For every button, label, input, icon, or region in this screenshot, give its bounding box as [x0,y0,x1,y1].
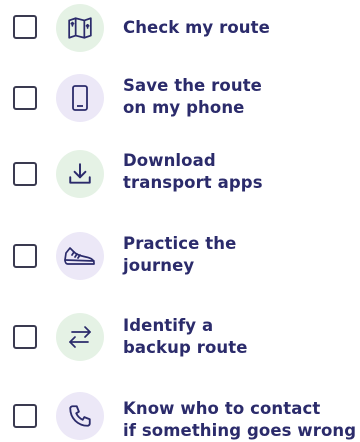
label-line: Know who to contact [123,399,321,418]
checklist-item-label: Check my route [123,17,270,39]
label-line: journey [123,256,195,275]
checkbox[interactable] [13,404,37,428]
label-line: transport apps [123,173,263,192]
checklist-item-label: Save the route on my phone [123,75,262,119]
checklist-item-download-apps: Download transport apps [0,148,360,208]
label-line: Save the route [123,76,262,95]
checklist-item-label: Identify a backup route [123,315,248,359]
map-icon [56,4,104,52]
label-line: Practice the [123,234,237,253]
label-line: Check my route [123,18,270,37]
phone-icon [56,74,104,122]
checklist-item-practice-journey: Practice the journey [0,230,360,290]
checklist-item-know-contact: Know who to contact if something goes wr… [0,390,360,441]
checkbox[interactable] [13,162,37,186]
label-line: Download [123,151,216,170]
phone-handset-icon [56,392,104,440]
checklist-item-backup-route: Identify a backup route [0,313,360,373]
checklist-item-label: Download transport apps [123,150,263,194]
checkbox[interactable] [13,86,37,110]
checklist-item-label: Know who to contact if something goes wr… [123,398,356,442]
swap-arrows-icon [56,313,104,361]
shoe-icon [56,232,104,280]
label-line: backup route [123,338,248,357]
checkbox[interactable] [13,244,37,268]
label-line: on my phone [123,98,245,117]
checkbox[interactable] [13,325,37,349]
checklist-item-check-route: Check my route [0,0,360,60]
checklist-item-save-route: Save the route on my phone [0,72,360,132]
checklist-item-label: Practice the journey [123,233,236,277]
label-line: Identify a [123,316,214,335]
download-icon [56,150,104,198]
label-line: if something goes wrong [123,421,357,440]
checkbox[interactable] [13,15,37,39]
